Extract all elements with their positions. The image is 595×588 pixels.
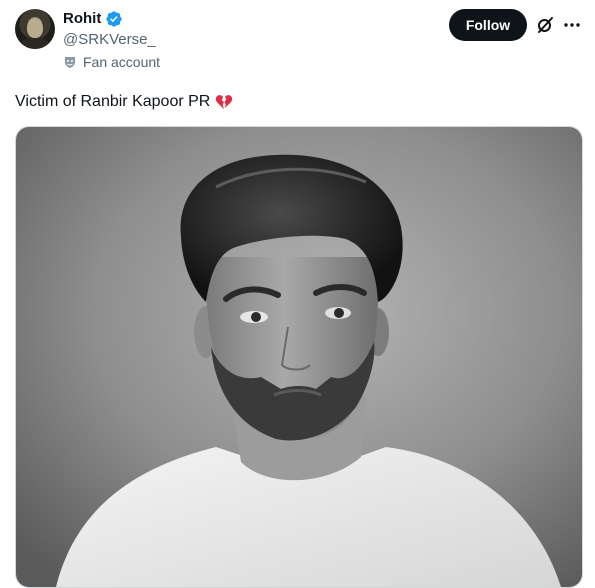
follow-button[interactable]: Follow <box>449 9 527 41</box>
more-options-icon[interactable] <box>562 15 582 35</box>
account-label: Fan account <box>63 53 160 71</box>
tweet-text-body: Victim of Ranbir Kapoor PR <box>15 93 211 110</box>
avatar[interactable] <box>15 9 55 49</box>
avatar-face <box>27 18 43 38</box>
display-name[interactable]: Rohit <box>63 9 101 28</box>
tweet-photo[interactable] <box>15 126 583 588</box>
name-row[interactable]: Rohit <box>63 9 123 28</box>
avatar-shoulders <box>19 37 51 49</box>
grok-icon[interactable] <box>535 15 555 35</box>
broken-heart-icon <box>216 95 233 110</box>
user-handle[interactable]: @SRKVerse_ <box>63 30 156 49</box>
tweet-text: Victim of Ranbir Kapoor PR <box>15 92 233 112</box>
portrait-image <box>16 127 582 587</box>
account-label-text: Fan account <box>83 54 161 70</box>
fan-account-mask-icon <box>65 57 75 68</box>
verified-badge-icon <box>106 10 123 27</box>
